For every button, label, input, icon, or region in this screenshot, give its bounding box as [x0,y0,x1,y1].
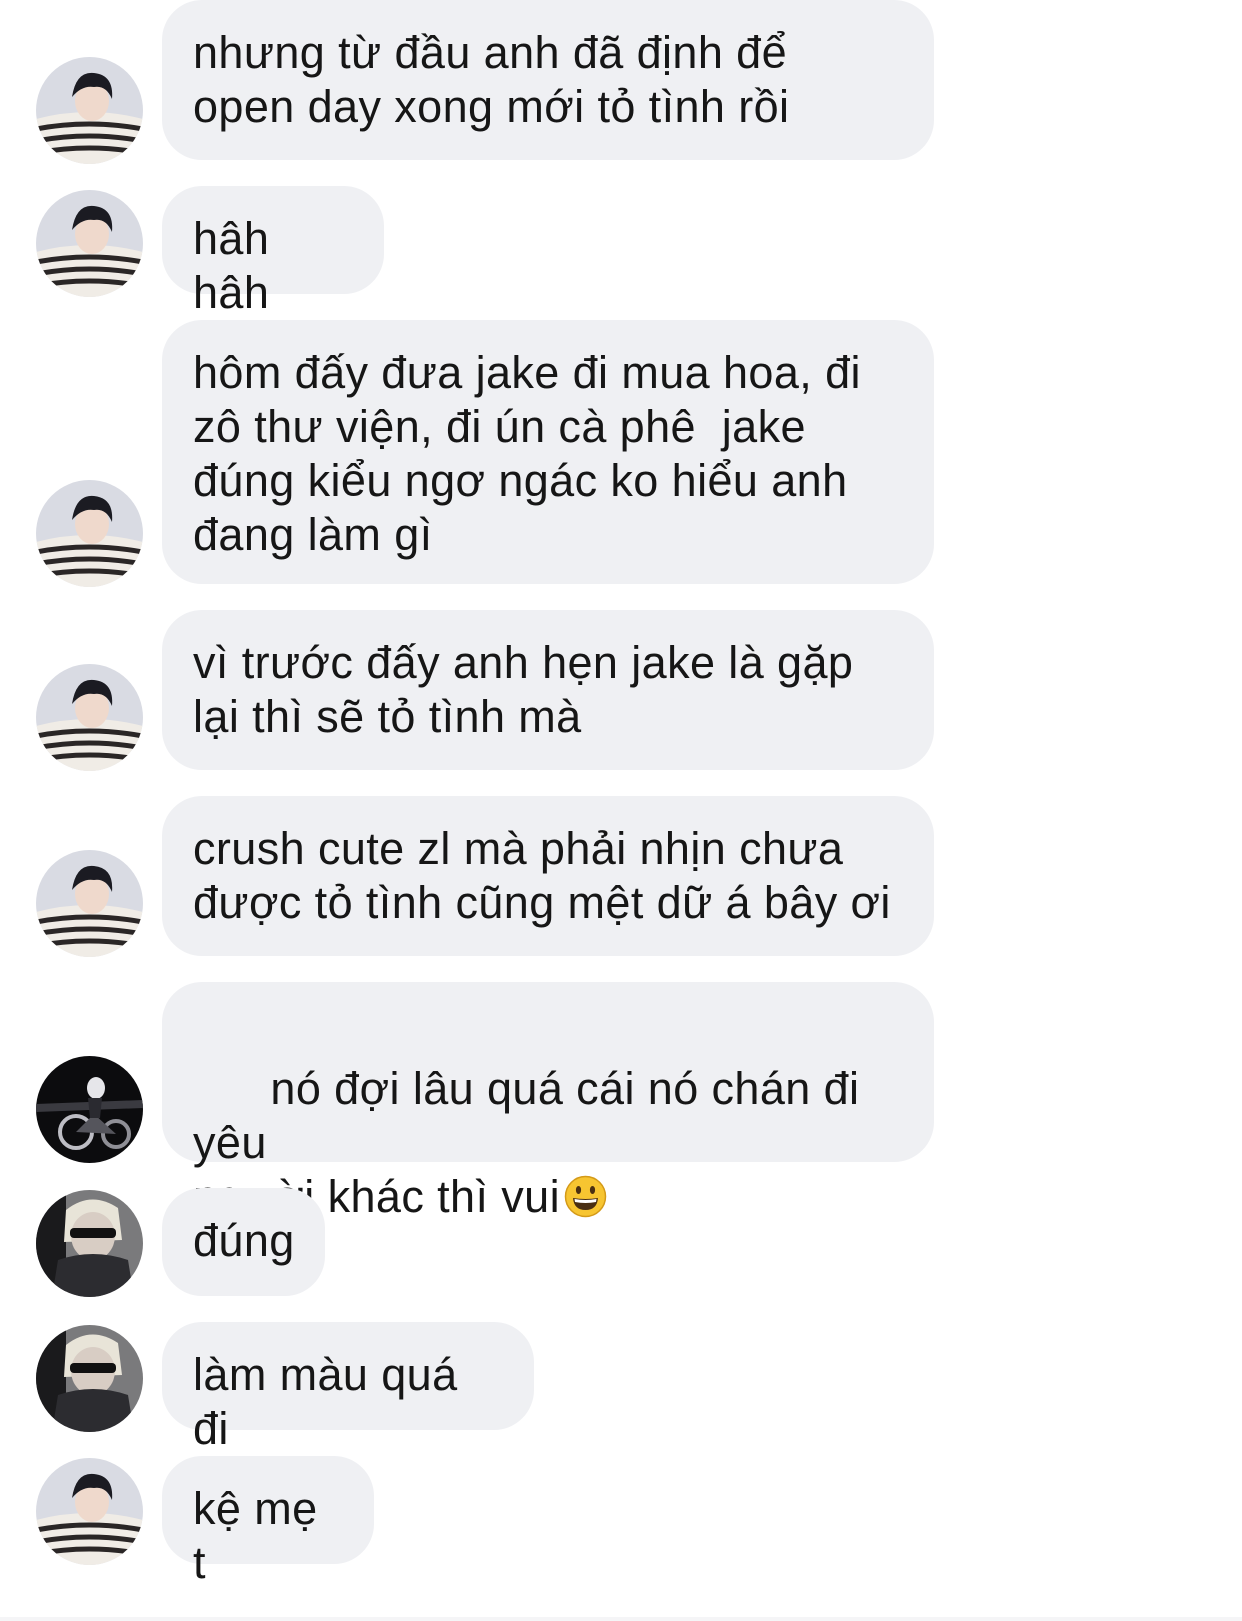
bottom-divider [0,1617,1242,1621]
message-bubble[interactable]: đúng [162,1188,325,1296]
message-bubble[interactable]: crush cute zl mà phải nhịn chưa được tỏ … [162,796,934,956]
message-bubble[interactable]: kệ mẹ t [162,1456,374,1588]
avatar-striped-sweater-user[interactable] [36,850,143,957]
message-bubble[interactable]: hôm đấy đưa jake đi mua hoa, đi zô thư v… [162,320,934,584]
message-thread: nhưng từ đầu anh đã định để open day xon… [0,0,1242,1621]
avatar-sunglasses-user[interactable] [36,1190,143,1297]
message-bubble[interactable]: làm màu quá đi [162,1322,534,1454]
message-bubble[interactable]: hâh hâh [162,186,384,318]
avatar-sunglasses-user[interactable] [36,1325,143,1432]
message-bubble[interactable]: vì trước đấy anh hẹn jake là gặp lại thì… [162,610,934,770]
message-bubble[interactable]: nhưng từ đầu anh đã định để open day xon… [162,0,934,160]
avatar-striped-sweater-user[interactable] [36,480,143,587]
avatar-striped-sweater-user[interactable] [36,664,143,771]
message-bubble[interactable]: nó đợi lâu quá cái nó chán đi yêu người … [162,982,934,1222]
avatar-striped-sweater-user[interactable] [36,57,143,164]
avatar-motorbike-user[interactable] [36,1056,143,1163]
grinning-face-emoji [564,1175,607,1218]
avatar-striped-sweater-user[interactable] [36,190,143,297]
avatar-striped-sweater-user[interactable] [36,1458,143,1565]
